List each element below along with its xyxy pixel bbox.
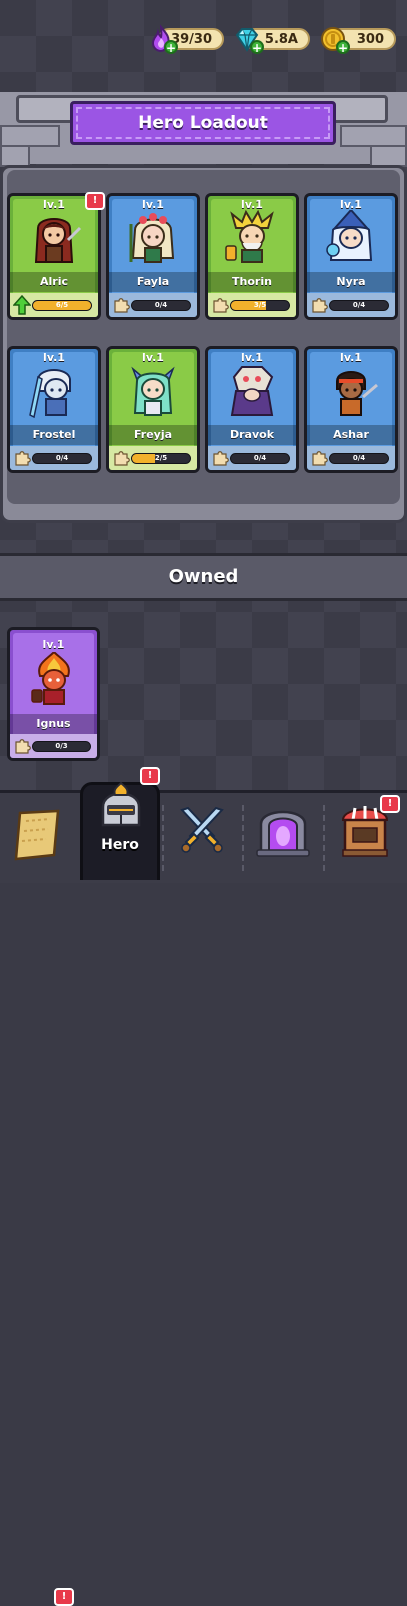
hero-card-alric[interactable]: lv.1 Alric 6/5 <box>7 193 101 320</box>
add-coins-button[interactable]: + <box>336 40 350 54</box>
owned-section-title: Owned <box>0 553 407 601</box>
coins-counter[interactable]: + 300 <box>321 27 396 54</box>
nav-map-badge: ! <box>54 1588 74 1606</box>
hero-card-dravok[interactable]: lv.1 Dravok 0/4 <box>205 346 299 473</box>
card-footer: 3/5 <box>208 293 296 317</box>
shard-progress-bar: 0/4 <box>329 300 389 311</box>
upgrade-arrow-icon[interactable] <box>13 295 31 315</box>
shard-progress-bar: 0/3 <box>32 741 91 752</box>
progress-text: 0/4 <box>352 454 366 462</box>
card-footer: 0/3 <box>10 734 97 758</box>
page-title: Hero Loadout <box>70 101 336 145</box>
alert-badge: ! <box>85 192 105 210</box>
puzzle-piece-icon <box>114 451 130 466</box>
hero-portrait-dravok <box>230 366 274 416</box>
puzzle-piece-icon <box>213 298 229 313</box>
nav-map[interactable] <box>0 793 80 883</box>
nav-shop-badge: ! <box>380 795 400 813</box>
shard-progress-bar: 6/5 <box>32 300 92 311</box>
hero-portrait-frostel <box>29 369 71 419</box>
hero-card-fayla[interactable]: lv.1 Fayla 0/4 <box>106 193 200 320</box>
shard-progress-bar: 3/5 <box>230 300 290 311</box>
card-footer: 0/4 <box>307 446 395 470</box>
card-footer: 0/4 <box>109 293 197 317</box>
hero-card-ashar[interactable]: lv.1 Ashar 0/4 <box>304 346 398 473</box>
nav-portal[interactable] <box>243 790 323 880</box>
progress-text: 0/4 <box>352 301 366 309</box>
hero-card-ignus[interactable]: lv.1 Ignus 0/3 <box>7 627 100 761</box>
hero-name: Fayla <box>109 272 197 292</box>
hero-name: Freyja <box>109 425 197 445</box>
hero-portrait-alric <box>34 218 82 263</box>
progress-text: 6/5 <box>55 301 69 309</box>
hero-name: Nyra <box>307 272 395 292</box>
hero-portrait-ashar <box>336 371 378 416</box>
wall-brick <box>0 125 60 147</box>
hero-name: Thorin <box>208 272 296 292</box>
wall-brick <box>370 145 407 167</box>
shard-progress-bar: 0/4 <box>329 453 389 464</box>
hero-name: Ashar <box>307 425 395 445</box>
puzzle-piece-icon <box>114 298 130 313</box>
puzzle-piece-icon <box>15 451 31 466</box>
hero-portrait-nyra <box>326 210 373 261</box>
nav-hero[interactable]: Hero <box>80 781 160 880</box>
progress-text: 0/4 <box>154 301 168 309</box>
progress-text: 2/5 <box>154 454 168 462</box>
hero-name: Frostel <box>10 425 98 445</box>
energy-counter[interactable]: + 39/30 <box>151 24 224 54</box>
card-footer: 0/4 <box>307 293 395 317</box>
shard-progress-bar: 0/4 <box>131 300 191 311</box>
nav-battle[interactable] <box>162 790 242 880</box>
progress-text: 0/4 <box>55 454 69 462</box>
hero-portrait-fayla <box>129 213 175 263</box>
hero-name: Dravok <box>208 425 296 445</box>
card-footer: 0/4 <box>208 446 296 470</box>
shard-progress-bar: 0/4 <box>32 453 92 464</box>
puzzle-piece-icon <box>213 451 229 466</box>
hero-card-thorin[interactable]: lv.1 Thorin 3/5 <box>205 193 299 320</box>
card-footer: 6/5 <box>10 293 98 317</box>
knight-helmet-icon <box>101 781 141 827</box>
puzzle-piece-icon <box>312 451 328 466</box>
wall-brick <box>0 145 30 167</box>
add-gems-button[interactable]: + <box>250 40 264 54</box>
nav-hero-label: Hero <box>101 837 139 853</box>
portal-icon <box>256 810 310 857</box>
shard-progress-bar: 0/4 <box>230 453 290 464</box>
progress-text: 0/3 <box>55 742 68 750</box>
gems-value: 5.8A <box>264 31 298 47</box>
card-footer: 2/5 <box>109 446 197 470</box>
hero-portrait-thorin <box>225 210 274 263</box>
hero-name: Alric <box>10 272 98 292</box>
wall-brick <box>340 125 407 147</box>
hero-card-freyja[interactable]: lv.1 Freyja 2/5 <box>106 346 200 473</box>
progress-text: 3/5 <box>253 301 267 309</box>
hero-portrait-freyja <box>131 366 175 416</box>
nav-hero-badge: ! <box>140 767 160 785</box>
puzzle-piece-icon <box>15 739 31 754</box>
progress-text: 0/4 <box>253 454 267 462</box>
card-footer: 0/4 <box>10 446 98 470</box>
gems-counter[interactable]: + 5.8A <box>235 28 310 54</box>
crossed-swords-icon <box>180 806 224 853</box>
hero-card-frostel[interactable]: lv.1 Frostel 0/4 <box>7 346 101 473</box>
add-energy-button[interactable]: + <box>164 40 178 54</box>
map-scroll-icon <box>14 809 60 861</box>
coins-value: 300 <box>356 31 384 47</box>
hero-level: lv.1 <box>42 638 65 651</box>
hero-card-nyra[interactable]: lv.1 Nyra 0/4 <box>304 193 398 320</box>
hero-name: Ignus <box>10 714 97 734</box>
hero-portrait-ignus <box>31 652 70 705</box>
puzzle-piece-icon <box>312 298 328 313</box>
shard-progress-bar: 2/5 <box>131 453 191 464</box>
